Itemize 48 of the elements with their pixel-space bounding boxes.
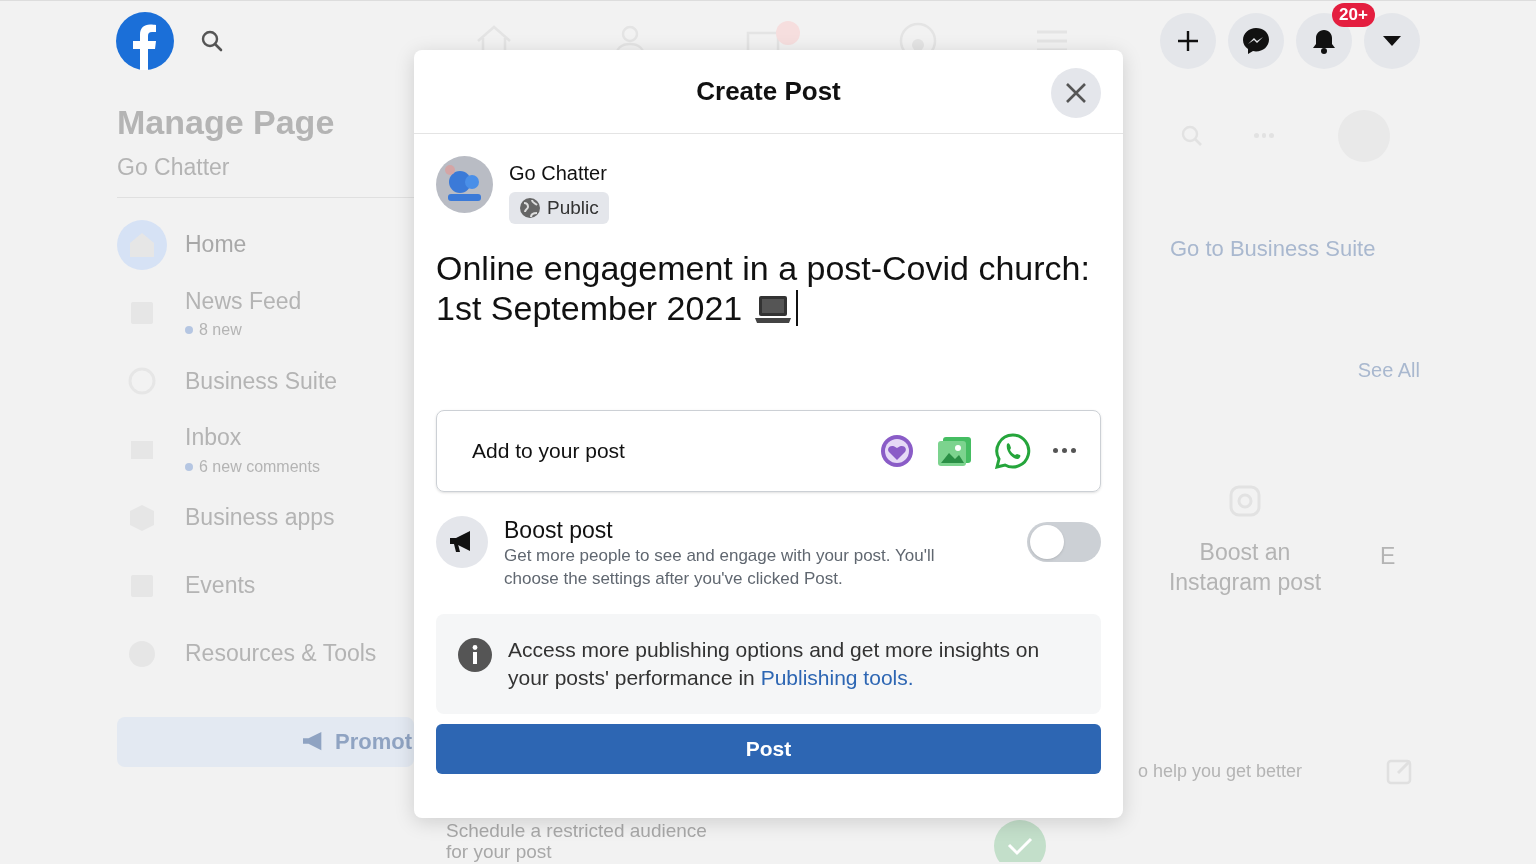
boost-title: Boost post (504, 516, 614, 544)
plus-icon (1177, 29, 1199, 52)
sidebar-item[interactable]: Inbox (185, 420, 320, 455)
promote-button[interactable]: Promot (117, 716, 414, 767)
more-icon[interactable] (1053, 448, 1077, 454)
caption-text: for your post (446, 841, 553, 862)
tip-text: o help you get better (1138, 759, 1303, 783)
caret-icon (1382, 34, 1402, 47)
globe-icon (519, 197, 541, 219)
post-text-field[interactable]: Online engagement in a post-Covid church: 1st September 2021 (436, 248, 1101, 410)
page-avatar (436, 156, 493, 213)
caption-text: Schedule a restricted audience (446, 820, 707, 841)
facebook-logo[interactable] (116, 11, 174, 70)
info-icon (458, 638, 492, 672)
card-title: E (1380, 542, 1396, 571)
sidebar-subtitle: 6 new comments (185, 454, 320, 479)
search-icon[interactable] (200, 28, 224, 53)
close-button[interactable] (1051, 68, 1101, 118)
bell-icon (1311, 27, 1337, 54)
megaphone-icon (436, 516, 488, 568)
business-suite-button[interactable]: Go to Business Suite (1150, 232, 1440, 265)
card-title: Boost an Instagram post (1167, 538, 1323, 597)
audience-button[interactable]: Public (509, 192, 609, 224)
sidebar-item[interactable]: News Feed (185, 283, 302, 318)
sidebar-item[interactable]: Resources & Tools (185, 636, 377, 671)
text-caret (796, 290, 799, 326)
sidebar-item[interactable]: Business Suite (185, 363, 338, 399)
sidebar-subtitle: 8 new (185, 318, 302, 342)
add-to-post-label: Add to your post (472, 438, 625, 465)
sidebar-item[interactable]: Home (185, 227, 247, 262)
sidebar-item[interactable]: Events (185, 568, 256, 603)
page-heading: Manage Page (117, 102, 336, 143)
photo-icon[interactable] (937, 435, 973, 467)
author-name: Go Chatter (509, 161, 608, 186)
publishing-tools-link[interactable]: Publishing tools. (760, 666, 914, 689)
messenger-icon (1242, 26, 1270, 55)
close-icon (1065, 82, 1087, 104)
sidebar-item[interactable]: Business apps (185, 500, 335, 535)
laptop-emoji-icon (754, 294, 793, 324)
info-text: Access more publishing options and get more insights on your posts' performance in Publishing tools. (508, 637, 1041, 691)
see-all-link[interactable]: See All (1150, 355, 1440, 385)
dialog-title: Create Post (696, 75, 841, 108)
whatsapp-icon[interactable] (995, 433, 1031, 469)
boost-toggle[interactable] (1027, 522, 1101, 562)
notification-badge: 20+ (1332, 2, 1375, 27)
post-button[interactable]: Post (436, 724, 1101, 774)
boost-description: Get more people to see and engage with your post. You'll choose the settings after you've clicked Post. (504, 545, 936, 590)
check-icon (994, 820, 1046, 862)
